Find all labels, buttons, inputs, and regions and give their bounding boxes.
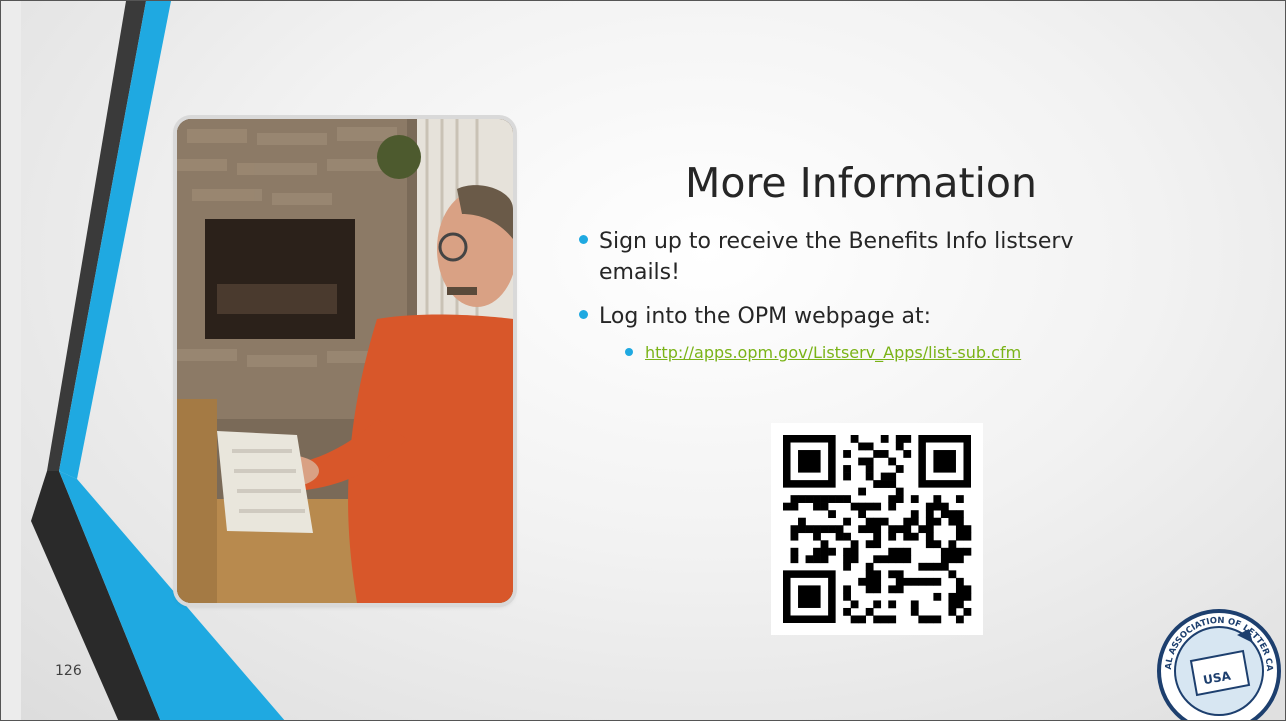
slide: More Information Sign up to receive the … — [0, 0, 1286, 721]
bullet-text: Log into the OPM webpage at: — [599, 304, 932, 329]
qr-code-icon[interactable] — [771, 423, 983, 635]
opm-listserv-link[interactable]: http://apps.opm.gov/Listserv_Apps/list-s… — [645, 343, 1021, 362]
bullet-dot-icon — [579, 310, 588, 319]
man-typing-photo — [177, 119, 513, 603]
slide-title: More Information — [684, 159, 1037, 207]
sub-bullet-link: http://apps.opm.gov/Listserv_Apps/list-s… — [625, 341, 1219, 365]
bullet-dot-icon — [625, 348, 633, 356]
bullet-dot-icon — [579, 235, 588, 244]
bullet-login: Log into the OPM webpage at: — [579, 301, 1219, 332]
nalc-seal-icon: NATIONAL ASSOCIATION OF LETTER CARRIERS … — [1151, 603, 1281, 720]
bullet-text: Sign up to receive the Benefits Info lis… — [599, 229, 1074, 285]
bullet-signup: Sign up to receive the Benefits Info lis… — [579, 226, 1159, 288]
bullet-list: Sign up to receive the Benefits Info lis… — [579, 226, 1219, 365]
page-number: 126 — [55, 663, 82, 679]
